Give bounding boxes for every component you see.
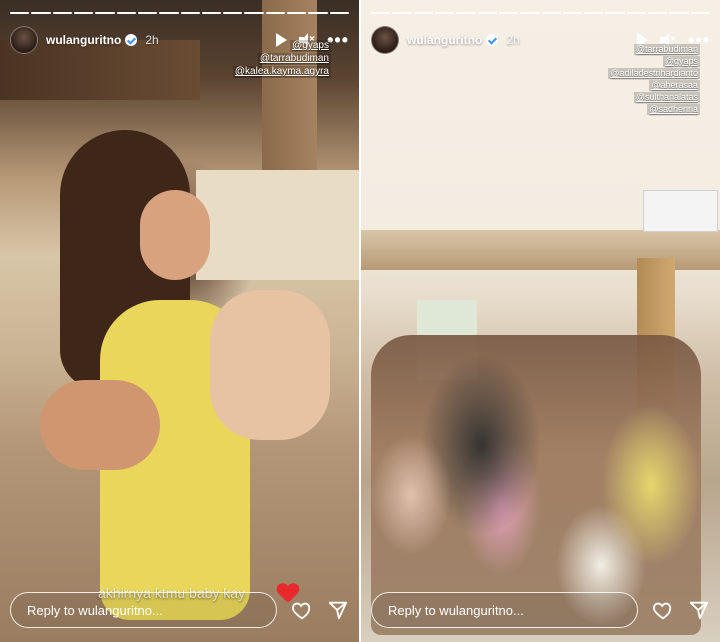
mention-tag[interactable]: @aherasaa <box>649 80 700 91</box>
reply-input[interactable]: Reply to wulanguritno... <box>371 592 638 628</box>
mention-tag[interactable]: @adiladestrihardianto <box>608 68 700 79</box>
story-footer: Reply to wulanguritno... <box>371 592 710 628</box>
post-time: 2h <box>145 33 159 47</box>
username[interactable]: wulanguritno <box>407 33 482 47</box>
mention-tags: @gyaps @tarrabudiman @kalea.kayma.agyra <box>232 40 331 79</box>
story-progress-bar <box>371 12 710 14</box>
avatar[interactable] <box>10 26 38 54</box>
username[interactable]: wulanguritno <box>46 33 121 47</box>
story-photo <box>0 0 359 642</box>
send-icon[interactable] <box>688 599 710 621</box>
reply-input[interactable]: Reply to wulanguritno... <box>10 592 277 628</box>
mention-tag[interactable]: @sulthanalatas <box>633 92 700 103</box>
story-progress-bar <box>10 12 349 14</box>
post-time: 2h <box>506 33 520 47</box>
mention-tags: @tarrabudiman @gyaps @adiladestrihardian… <box>608 44 700 116</box>
mention-tag[interactable]: @tarrabudiman <box>257 53 331 65</box>
mention-tag[interactable]: @kalea.kayma.agyra <box>232 66 331 78</box>
story-panel-right[interactable]: wulanguritno 2h × ••• @tarrabudiman @gya… <box>361 0 720 642</box>
story-panel-left[interactable]: wulanguritno 2h × ••• @gyaps @tarrabudim… <box>0 0 359 642</box>
mention-tag[interactable]: @sadhenna <box>647 104 700 115</box>
send-icon[interactable] <box>327 599 349 621</box>
mention-tag[interactable]: @gyaps <box>290 40 331 52</box>
verified-badge-icon <box>125 34 138 46</box>
heart-icon[interactable] <box>652 599 674 621</box>
mention-tag[interactable]: @gyaps <box>662 56 700 67</box>
avatar[interactable] <box>371 26 399 54</box>
verified-badge-icon <box>486 34 499 46</box>
story-footer: Reply to wulanguritno... <box>10 592 349 628</box>
heart-icon[interactable] <box>291 599 313 621</box>
mention-tag[interactable]: @tarrabudiman <box>633 44 700 55</box>
